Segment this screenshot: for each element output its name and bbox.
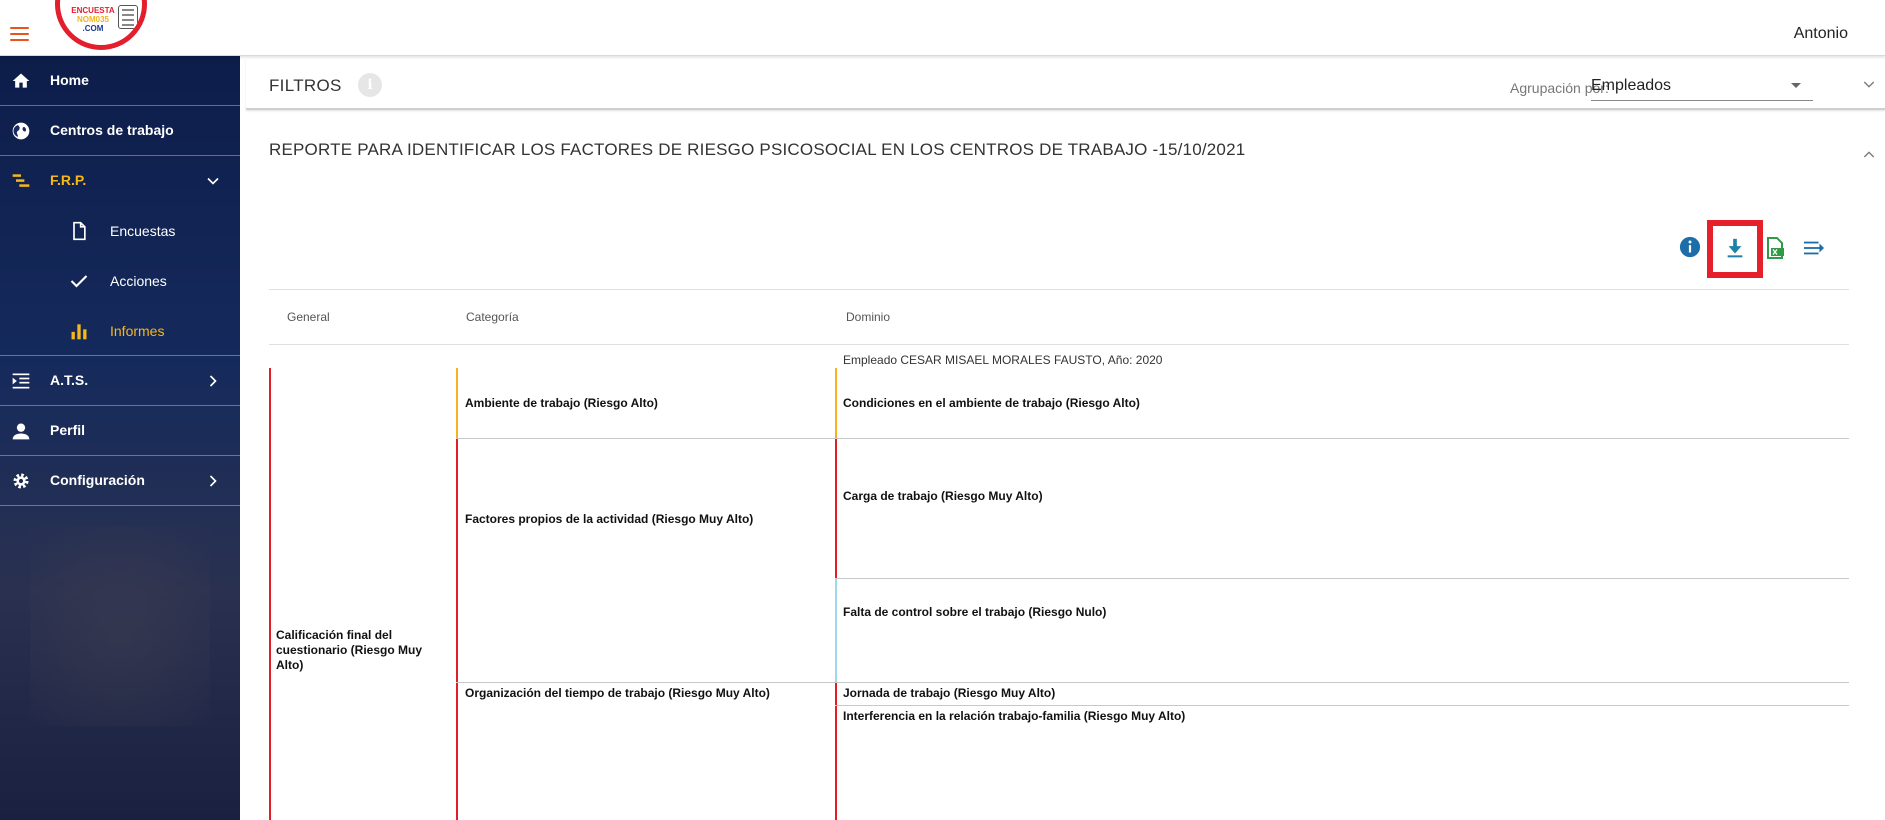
table-top-divider (269, 289, 1849, 290)
column-header-general: General (287, 310, 330, 324)
general-cell: Calificación final del cuestionario (Rie… (276, 628, 423, 672)
logo[interactable]: ENCUESTA NOM035 .COM (55, 0, 147, 50)
category-cell: Factores propios de la actividad (Riesgo… (465, 512, 754, 526)
group-by-select[interactable]: Empleados (1591, 72, 1813, 101)
sidebar-item-ats[interactable]: A.T.S. (0, 356, 240, 406)
chevron-down-icon (207, 177, 219, 185)
table-header-divider (269, 344, 1849, 345)
dropdown-arrow-icon (1791, 83, 1801, 88)
sidebar-item-label: Perfil (50, 422, 86, 438)
chevron-up-icon[interactable] (1861, 147, 1877, 163)
sidebar-item-label: Informes (110, 323, 165, 339)
general-risk-bar (269, 368, 271, 820)
row-divider (835, 705, 1849, 706)
filters-panel[interactable]: FILTROS i Agrupación por: Empleados (246, 58, 1885, 110)
report-title: REPORTE PARA IDENTIFICAR LOS FACTORES DE… (269, 140, 1246, 159)
sidebar-item-centros[interactable]: Centros de trabajo (0, 106, 240, 156)
domain-cell: Jornada de trabajo (Riesgo Muy Alto) (843, 686, 1056, 700)
group-by-value: Empleados (1591, 77, 1672, 94)
column-header-dominio: Dominio (846, 310, 891, 324)
list-icon (12, 373, 30, 389)
document-icon (73, 221, 86, 241)
logo-line2: NOM035 (76, 15, 109, 24)
home-icon (12, 73, 30, 88)
row-divider (456, 682, 1849, 683)
chevron-right-icon (209, 475, 217, 487)
sidebar-item-frp[interactable]: F.R.P. (0, 156, 240, 206)
gear-icon (13, 473, 29, 489)
checklist-icon (118, 5, 138, 29)
sidebar-item-home[interactable]: Home (0, 56, 240, 106)
sidebar-item-label: Configuración (50, 472, 145, 488)
sidebar-item-label: F.R.P. (50, 172, 87, 188)
info-icon[interactable] (1679, 236, 1701, 258)
logo-text: ENCUESTA NOM035 .COM (71, 6, 115, 33)
filters-info-icon[interactable]: i (358, 73, 382, 97)
column-header-categoria: Categoría (466, 310, 519, 324)
chevron-right-icon (209, 375, 217, 387)
globe-icon (12, 122, 30, 140)
domain-cell: Carga de trabajo (Riesgo Muy Alto) (843, 489, 1043, 503)
domain-risk-bar (835, 439, 837, 578)
category-cell: Organización del tiempo de trabajo (Ries… (465, 686, 770, 700)
sidebar-item-perfil[interactable]: Perfil (0, 406, 240, 456)
sidebar: Home Centros de trabajo F.R.P. Encuestas… (0, 56, 240, 820)
category-cell: Ambiente de trabajo (Riesgo Alto) (465, 396, 658, 410)
category-risk-bar (456, 368, 458, 438)
sidebar-item-encuestas[interactable]: Encuestas (0, 206, 240, 256)
check-icon (70, 275, 88, 288)
domain-risk-bar (835, 368, 837, 438)
main-content: FILTROS i Agrupación por: Empleados REPO… (240, 56, 1885, 820)
row-divider (835, 578, 1849, 579)
hamburger-menu-icon[interactable] (10, 27, 29, 41)
row-divider (456, 438, 1849, 439)
sidebar-item-label: Centros de trabajo (50, 122, 174, 138)
excel-icon[interactable] (1763, 236, 1787, 260)
sidebar-item-label: Acciones (110, 273, 167, 289)
person-icon (12, 423, 30, 440)
top-bar: ENCUESTA NOM035 .COM Antonio (0, 0, 1885, 56)
sidebar-item-label: Home (50, 72, 89, 88)
logo-line1: ENCUESTA (71, 6, 115, 15)
logo-line3: .COM (82, 24, 104, 33)
filters-title: FILTROS (269, 76, 342, 95)
domain-cell: Interferencia en la relación trabajo-fam… (843, 709, 1186, 723)
category-risk-bar (456, 439, 458, 682)
domain-cell: Falta de control sobre el trabajo (Riesg… (843, 605, 1107, 619)
sidebar-item-label: A.T.S. (50, 372, 89, 388)
chevron-down-icon[interactable] (1861, 76, 1877, 92)
download-icon[interactable] (1724, 237, 1746, 259)
domain-risk-bar (835, 579, 837, 682)
user-menu[interactable]: Antonio (1794, 25, 1848, 43)
bars-icon (12, 174, 30, 187)
chart-icon (71, 324, 87, 340)
domain-cell: Condiciones en el ambiente de trabajo (R… (843, 396, 1140, 410)
sidebar-item-label: Encuestas (110, 223, 176, 239)
sidebar-item-informes[interactable]: Informes (0, 306, 240, 356)
category-risk-bar (456, 683, 458, 820)
employee-label: Empleado CESAR MISAEL MORALES FAUSTO, Añ… (843, 353, 1163, 367)
domain-risk-bar (835, 683, 837, 820)
sidebar-item-configuracion[interactable]: Configuración (0, 456, 240, 506)
expand-lines-icon[interactable] (1803, 238, 1825, 258)
sidebar-item-acciones[interactable]: Acciones (0, 256, 240, 306)
